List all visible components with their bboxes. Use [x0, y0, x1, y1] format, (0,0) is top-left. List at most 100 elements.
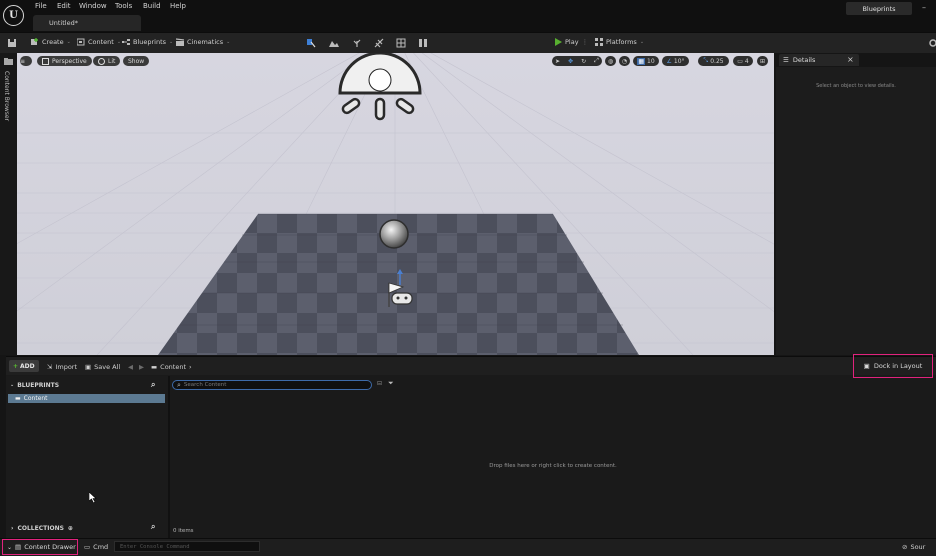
history-back-icon[interactable]: ◀: [128, 363, 133, 371]
save-all-button[interactable]: ▣ Save All: [85, 363, 120, 371]
add-button[interactable]: + ADD: [9, 360, 39, 372]
grid-snap-value: 10: [647, 57, 655, 65]
rotation-snap-control[interactable]: ∠ 10°: [662, 56, 689, 66]
document-tab[interactable]: Untitled*: [33, 15, 141, 31]
import-button[interactable]: ⇲ Import: [47, 363, 77, 371]
transform-tools: ➤ ✥ ↻ ⤢: [552, 56, 602, 66]
tree-item-content[interactable]: ▬ Content: [8, 394, 165, 403]
content-drawer-toolbar: + ADD ⇲ Import ▣ Save All ◀ ▶ ▬ Content › ▣…: [6, 354, 936, 378]
dock-in-layout-button[interactable]: ▣ Dock in Layout: [853, 354, 933, 378]
tree-item-label: Content: [23, 395, 48, 402]
scale-tool-icon[interactable]: ⤢: [594, 57, 599, 65]
viewport-scene: [17, 53, 774, 355]
search-placeholder: Search Content: [183, 382, 227, 388]
landscape-mode-icon[interactable]: [329, 38, 339, 48]
modeling-mode-icon[interactable]: [396, 38, 406, 48]
foliage-mode-icon[interactable]: [352, 38, 362, 48]
fracture-mode-icon[interactable]: [418, 38, 428, 48]
world-local-toggle[interactable]: ◍: [605, 56, 616, 66]
blueprints-label: Blueprints: [133, 38, 167, 46]
history-forward-icon[interactable]: ▶: [139, 363, 144, 371]
content-drawer-button[interactable]: ⌄ ▤ Content Drawer: [2, 539, 78, 555]
content-browser-icon[interactable]: [4, 57, 13, 66]
cinematics-button[interactable]: Cinematics ⌄: [176, 38, 230, 46]
blueprints-header-label: BLUEPRINTS: [17, 381, 60, 389]
grid-snap-control[interactable]: ▦ 10: [633, 56, 659, 66]
add-label: ADD: [20, 362, 35, 370]
platforms-label: Platforms: [606, 38, 637, 46]
menu-tools[interactable]: Tools: [115, 2, 132, 10]
play-icon: [555, 38, 562, 46]
menu-help[interactable]: Help: [170, 2, 186, 10]
perspective-button[interactable]: Perspective: [37, 56, 92, 66]
lit-icon: [98, 57, 105, 65]
sphere-reflection-capture-icon[interactable]: [379, 219, 409, 249]
show-button[interactable]: Show: [123, 56, 150, 66]
settings-icon[interactable]: [928, 38, 936, 48]
surface-snap-toggle[interactable]: ◔: [619, 56, 630, 66]
search-icon[interactable]: ⌕: [151, 380, 155, 390]
close-icon[interactable]: ×: [847, 55, 854, 64]
source-control-label: Sour: [910, 543, 926, 551]
unreal-logo[interactable]: U: [3, 5, 24, 26]
left-sidebar-strip: Content Browser: [0, 53, 17, 355]
directional-light-icon[interactable]: [338, 53, 422, 121]
select-mode-icon[interactable]: [306, 38, 316, 48]
folder-icon: ▬: [15, 395, 21, 402]
maximize-viewport-button[interactable]: ⊞: [757, 56, 768, 66]
create-icon: [31, 38, 38, 45]
scale-snap-control[interactable]: ⤡ 0.25: [698, 56, 729, 66]
camera-speed-control[interactable]: ▭ 4: [733, 56, 753, 66]
console-input[interactable]: Enter Console Command: [114, 541, 260, 552]
play-label: Play: [565, 38, 579, 46]
search-input[interactable]: ⌕ Search Content: [172, 380, 372, 390]
lit-button[interactable]: Lit: [93, 56, 121, 66]
content-button[interactable]: Content ⌄: [77, 38, 121, 46]
save-icon[interactable]: [7, 38, 17, 48]
empty-content-message: Drop files here or right click to create…: [489, 463, 617, 469]
save-all-label: Save All: [94, 363, 121, 371]
minimize-button[interactable]: –: [922, 3, 926, 12]
chevron-down-icon: ⌄: [10, 382, 15, 388]
play-button[interactable]: Play ⋮: [554, 38, 588, 46]
details-icon: ☰: [783, 56, 789, 64]
collections-section-header[interactable]: › COLLECTIONS ⊕ ⌕: [6, 522, 166, 534]
menu-build[interactable]: Build: [143, 2, 161, 10]
platforms-button[interactable]: Platforms ⌄: [595, 38, 644, 46]
breadcrumb-content[interactable]: Content: [160, 363, 186, 371]
rotate-tool-icon[interactable]: ↻: [581, 58, 586, 65]
save-search-icon[interactable]: ⊟: [377, 380, 382, 387]
details-tab[interactable]: ☰ Details ×: [779, 54, 859, 66]
mesh-paint-mode-icon[interactable]: [374, 38, 384, 48]
chevron-right-icon[interactable]: ›: [189, 363, 192, 371]
scale-snap-value: 0.25: [710, 57, 724, 65]
blueprints-tab[interactable]: Blueprints: [846, 2, 912, 15]
source-control-button[interactable]: ⊘ Sour: [902, 543, 925, 551]
collections-search-icon[interactable]: ⌕: [151, 522, 155, 532]
details-panel: ☰ Details × Select an object to view det…: [776, 53, 936, 355]
content-drawer-icon: ▤: [15, 543, 22, 551]
filter-icon[interactable]: ⏷: [388, 379, 394, 388]
translate-tool-icon[interactable]: ✥: [568, 58, 573, 65]
select-tool-icon[interactable]: ➤: [555, 58, 560, 65]
menu-window[interactable]: Window: [79, 2, 107, 10]
terminal-icon: ▭: [84, 543, 91, 551]
create-button[interactable]: Create ⌄: [31, 38, 71, 46]
dock-in-layout-label: Dock in Layout: [873, 362, 923, 370]
add-collection-icon[interactable]: ⊕: [68, 525, 73, 532]
viewport-menu-button[interactable]: ≡: [20, 56, 32, 66]
blueprints-button[interactable]: Blueprints ⌄: [122, 38, 173, 46]
blueprints-section-header[interactable]: ⌄ BLUEPRINTS ⌕: [6, 380, 166, 390]
content-browser-tab[interactable]: Content Browser: [3, 71, 10, 121]
collections-header-label: COLLECTIONS: [17, 524, 64, 532]
document-tab-label: Untitled*: [49, 19, 78, 27]
menu-edit[interactable]: Edit: [57, 2, 71, 10]
status-bar: ⌄ ▤ Content Drawer ▭ Cmd Enter Console Co…: [0, 538, 936, 556]
level-viewport[interactable]: ≡ Perspective Lit Show ➤ ✥ ↻ ⤢ ◍ ◔ ▦ 10 ∠…: [17, 53, 774, 355]
menu-file[interactable]: File: [35, 2, 47, 10]
details-empty-message: Select an object to view details.: [816, 83, 896, 89]
items-count: 0 items: [173, 528, 194, 534]
blueprints-icon: [122, 39, 130, 45]
search-icon: ⌕: [177, 380, 181, 389]
cmd-button[interactable]: ▭ Cmd: [84, 543, 108, 551]
